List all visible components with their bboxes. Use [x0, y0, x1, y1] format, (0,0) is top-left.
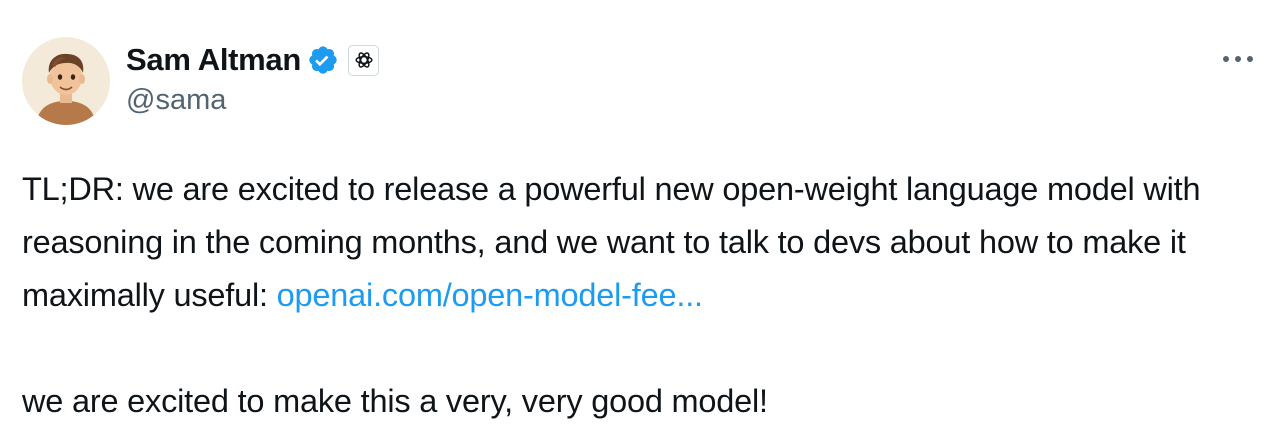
avatar-illustration [22, 37, 110, 125]
author-display-name[interactable]: Sam Altman [126, 42, 301, 78]
tweet-body: TL;DR: we are excited to release a power… [22, 163, 1267, 428]
openai-logo-icon[interactable] [348, 44, 380, 76]
tweet-link[interactable]: openai.com/open-model-fee... [277, 277, 703, 313]
author-name-row: Sam Altman [126, 38, 380, 82]
verified-badge-icon[interactable] [307, 44, 339, 76]
more-options-button[interactable] [1218, 46, 1258, 72]
tweet-card: Sam Altman @sama TL;DR: we are excited t… [0, 0, 1280, 444]
more-horizontal-icon [1223, 56, 1253, 62]
author-avatar[interactable] [22, 37, 110, 125]
author-handle[interactable]: @sama [126, 84, 226, 117]
tweet-paragraph-1: TL;DR: we are excited to release a power… [22, 163, 1267, 322]
tweet-paragraph-2: we are excited to make this a very, very… [22, 383, 768, 419]
